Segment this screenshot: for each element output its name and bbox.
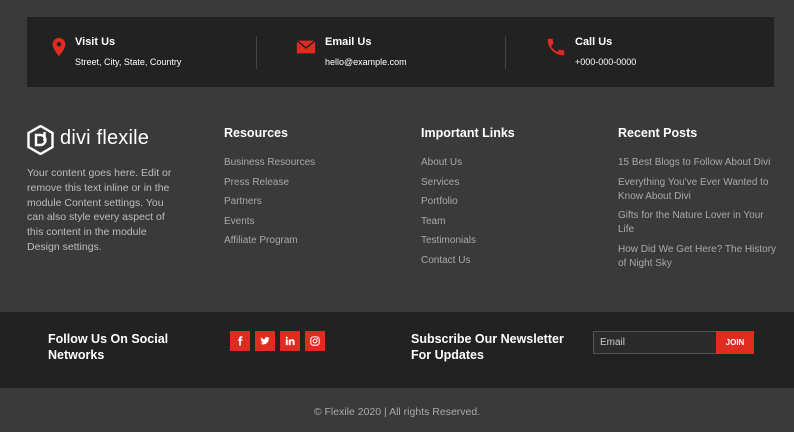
- contact-title: Email Us: [325, 36, 372, 48]
- linkedin-button[interactable]: [280, 331, 300, 351]
- instagram-button[interactable]: [305, 331, 325, 351]
- facebook-icon: [237, 336, 243, 346]
- linkedin-icon: [285, 336, 295, 346]
- contact-value[interactable]: +000-000-0000: [575, 57, 636, 67]
- divi-logo-icon: [27, 125, 54, 155]
- contact-title: Visit Us: [75, 36, 116, 48]
- resources-link[interactable]: Press Release: [224, 176, 315, 190]
- important-link[interactable]: About Us: [421, 156, 515, 170]
- newsletter-form: JOIN: [593, 331, 754, 354]
- column-title: Recent Posts: [618, 126, 698, 140]
- resources-link[interactable]: Affiliate Program: [224, 234, 315, 248]
- recent-post-link[interactable]: 15 Best Blogs to Follow About Divi: [618, 156, 778, 170]
- contact-value[interactable]: hello@example.com: [325, 57, 407, 67]
- important-link[interactable]: Team: [421, 215, 515, 229]
- contact-value: Street, City, State, Country: [75, 57, 182, 67]
- contact-title: Call Us: [575, 36, 613, 48]
- column-title: Important Links: [421, 126, 515, 140]
- recent-post-link[interactable]: Gifts for the Nature Lover in Your Life: [618, 209, 778, 237]
- column-title: Resources: [224, 126, 288, 140]
- about-text: Your content goes here. Edit or remove t…: [27, 167, 172, 253]
- join-button[interactable]: JOIN: [716, 331, 754, 354]
- important-link[interactable]: Services: [421, 176, 515, 190]
- instagram-icon: [310, 336, 320, 346]
- resources-link[interactable]: Partners: [224, 195, 315, 209]
- recent-post-link[interactable]: How Did We Get Here? The History of Nigh…: [618, 243, 778, 271]
- resources-link[interactable]: Business Resources: [224, 156, 315, 170]
- resources-column: Resources Business Resources Press Relea…: [224, 126, 315, 254]
- newsletter-title: Subscribe Our Newsletter For Updates: [411, 332, 564, 362]
- brand-name: divi flexile: [60, 127, 150, 149]
- important-link[interactable]: Testimonials: [421, 234, 515, 248]
- divider: [256, 36, 257, 69]
- twitter-button[interactable]: [255, 331, 275, 351]
- contact-bar: Visit Us Street, City, State, Country Em…: [27, 17, 774, 87]
- social-newsletter-band: Follow Us On Social Networks Subscribe O…: [0, 312, 794, 388]
- twitter-icon: [260, 337, 270, 345]
- email-input[interactable]: [594, 332, 716, 353]
- social-title: Follow Us On Social Networks: [48, 332, 169, 362]
- important-link[interactable]: Contact Us: [421, 254, 515, 268]
- important-links-column: Important Links About Us Services Portfo…: [421, 126, 515, 273]
- facebook-button[interactable]: [230, 331, 250, 351]
- important-link[interactable]: Portfolio: [421, 195, 515, 209]
- recent-posts-column: Recent Posts 15 Best Blogs to Follow Abo…: [618, 126, 778, 276]
- envelope-icon: [296, 40, 316, 54]
- divider: [505, 36, 506, 69]
- location-pin-icon: [52, 37, 66, 57]
- recent-post-link[interactable]: Everything You've Ever Wanted to Know Ab…: [618, 176, 778, 204]
- resources-link[interactable]: Events: [224, 215, 315, 229]
- phone-icon: [547, 38, 565, 56]
- copyright-text: © Flexile 2020 | All rights Reserved.: [313, 406, 481, 418]
- brand-logo[interactable]: divi flexile: [27, 125, 167, 155]
